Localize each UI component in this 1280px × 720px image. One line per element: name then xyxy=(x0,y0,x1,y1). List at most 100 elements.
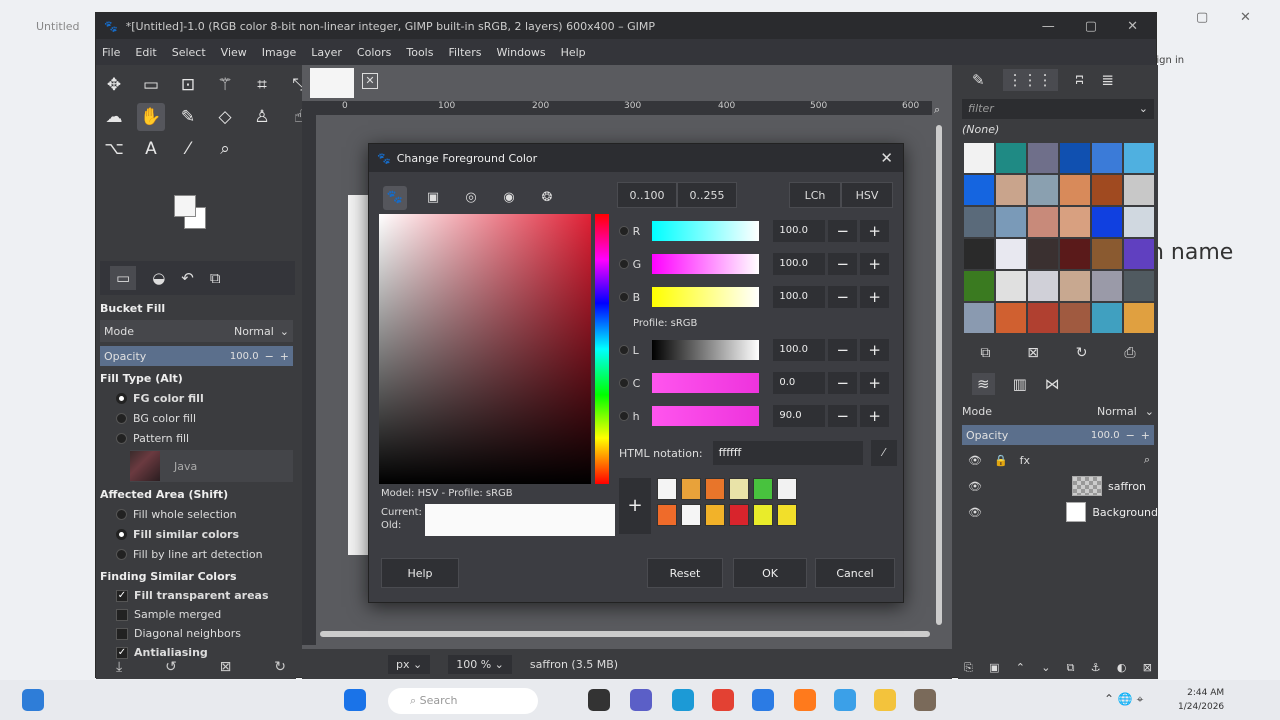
pattern-thumbnail[interactable] xyxy=(996,303,1026,333)
history-swatch[interactable] xyxy=(753,504,773,526)
channel-g-slider[interactable] xyxy=(651,254,760,274)
pattern-fill-radio[interactable]: Pattern fill xyxy=(100,428,293,448)
wheel-selector-icon[interactable]: ◉ xyxy=(497,186,521,210)
pattern-thumbnail[interactable] xyxy=(1124,271,1154,301)
history-swatch[interactable] xyxy=(705,478,725,500)
diagonal-neighbors-checkbox[interactable]: Diagonal neighbors xyxy=(100,624,293,643)
pattern-thumbnail[interactable] xyxy=(964,175,994,205)
menu-view[interactable]: View xyxy=(221,46,247,59)
gimp-taskbar-icon[interactable] xyxy=(914,689,936,711)
pattern-thumbnail[interactable] xyxy=(964,143,994,173)
pattern-thumbnail[interactable] xyxy=(996,271,1026,301)
pattern-thumbnail[interactable] xyxy=(964,207,994,237)
sample-merged-checkbox[interactable]: Sample merged xyxy=(100,605,293,624)
pattern-filter-input[interactable]: filter ⌄ xyxy=(962,99,1154,119)
minus-icon[interactable]: − xyxy=(828,405,858,427)
pattern-thumbnail[interactable] xyxy=(1028,207,1058,237)
history-swatch[interactable] xyxy=(657,504,677,526)
zoom-select[interactable]: 100 % ⌄ xyxy=(448,654,512,674)
menu-file[interactable]: File xyxy=(102,46,120,59)
delete-options-icon[interactable]: ⊠ xyxy=(220,659,232,675)
fill-transparent-checkbox[interactable]: ✓ Fill transparent areas xyxy=(100,586,293,605)
eraser-icon[interactable]: ◇ xyxy=(211,103,239,131)
warp-tool-icon[interactable]: ☁ xyxy=(100,103,128,131)
history-swatch[interactable] xyxy=(777,478,797,500)
bucket-fill-icon[interactable]: ✋ xyxy=(137,103,165,131)
fuzzy-select-icon[interactable]: ⚚ xyxy=(211,71,239,99)
mask-layer-icon[interactable]: ◐ xyxy=(1117,661,1127,675)
pattern-thumbnail[interactable] xyxy=(1028,175,1058,205)
hsv-button[interactable]: HSV xyxy=(841,182,893,208)
pattern-thumbnail[interactable] xyxy=(1124,239,1154,269)
photos-icon[interactable] xyxy=(834,689,856,711)
text-tool-icon[interactable]: A xyxy=(137,135,165,163)
pattern-thumbnail[interactable] xyxy=(996,239,1026,269)
taskbar-search[interactable]: ⌕ Search xyxy=(388,688,538,714)
eyedropper-icon[interactable]: ⁄ xyxy=(870,440,897,466)
fill-similar-colors-radio[interactable]: Fill similar colors xyxy=(100,524,293,544)
channel-r-slider[interactable] xyxy=(651,221,760,241)
new-group-icon[interactable]: ▣ xyxy=(989,661,999,675)
pattern-thumbnail[interactable] xyxy=(964,271,994,301)
brushes-tab-icon[interactable]: ✎ xyxy=(972,71,985,89)
vertical-scrollbar[interactable] xyxy=(936,125,942,625)
plus-icon[interactable]: + xyxy=(860,372,889,394)
minus-icon[interactable]: − xyxy=(828,220,858,242)
pattern-thumbnail[interactable] xyxy=(1092,303,1122,333)
zoom-navigate-icon[interactable]: ⌕ xyxy=(934,103,940,117)
foreground-color[interactable] xyxy=(174,195,196,217)
hue-strip[interactable] xyxy=(595,214,609,484)
menu-colors[interactable]: Colors xyxy=(357,46,391,59)
crop-tool-icon[interactable]: ⌗ xyxy=(248,71,276,99)
file-explorer-icon[interactable] xyxy=(874,689,896,711)
fg-bg-color-swatch[interactable] xyxy=(174,195,214,235)
reset-button[interactable]: Reset xyxy=(647,558,723,588)
pattern-selector[interactable]: Java xyxy=(130,450,293,482)
search-icon[interactable]: ⌕ xyxy=(1144,453,1150,467)
channel-g-value[interactable]: 100.0 xyxy=(773,253,826,275)
html-notation-input[interactable]: ffffff xyxy=(712,441,863,465)
channels-tab-icon[interactable]: ▥ xyxy=(1013,375,1027,393)
pattern-thumbnail[interactable] xyxy=(1124,207,1154,237)
fx-icon[interactable]: fx xyxy=(1020,454,1030,467)
pattern-thumbnail[interactable] xyxy=(1060,271,1090,301)
pattern-edit-icon[interactable]: ⧉ xyxy=(980,345,990,361)
history-swatch[interactable] xyxy=(777,504,797,526)
menu-help[interactable]: Help xyxy=(561,46,586,59)
history-swatch[interactable] xyxy=(681,504,701,526)
watercolor-selector-icon[interactable]: ❂ xyxy=(535,186,559,210)
pattern-thumbnail[interactable] xyxy=(1124,175,1154,205)
minus-icon[interactable]: − xyxy=(828,339,858,361)
minus-icon[interactable]: − xyxy=(828,286,858,308)
minimize-icon[interactable]: — xyxy=(1042,19,1055,34)
pattern-thumbnail[interactable] xyxy=(1060,175,1090,205)
pattern-thumbnail[interactable] xyxy=(1028,271,1058,301)
paintbrush-icon[interactable]: ✎ xyxy=(174,103,202,131)
visibility-icon[interactable]: 👁 xyxy=(968,454,982,467)
pattern-thumbnail[interactable] xyxy=(1124,303,1154,333)
menu-edit[interactable]: Edit xyxy=(135,46,156,59)
saturation-value-square[interactable] xyxy=(379,214,591,484)
pattern-thumbnail[interactable] xyxy=(1060,143,1090,173)
taskbar-clock[interactable]: 2:44 AM 1/24/2026 xyxy=(1178,686,1224,714)
pattern-thumbnail[interactable] xyxy=(1092,207,1122,237)
new-layer-icon[interactable]: ⎘ xyxy=(964,661,973,675)
pattern-thumbnail[interactable] xyxy=(1092,175,1122,205)
pattern-thumbnail[interactable] xyxy=(964,303,994,333)
pattern-thumbnail[interactable] xyxy=(1092,271,1122,301)
minus-icon[interactable]: − xyxy=(828,372,858,394)
layer-name[interactable]: Background xyxy=(1092,506,1158,519)
teams-icon[interactable] xyxy=(630,689,652,711)
fg-color-fill-radio[interactable]: FG color fill xyxy=(100,388,293,408)
undo-history-tab-icon[interactable]: ↶ xyxy=(181,269,194,287)
clone-tool-icon[interactable]: ♙ xyxy=(248,103,276,131)
image-canvas[interactable] xyxy=(348,195,368,555)
bg-color-fill-radio[interactable]: BG color fill xyxy=(100,408,293,428)
pattern-thumbnail[interactable] xyxy=(1028,303,1058,333)
duplicate-layer-icon[interactable]: ⧉ xyxy=(1067,661,1075,675)
pattern-thumbnail[interactable] xyxy=(964,239,994,269)
pattern-thumbnail[interactable] xyxy=(1028,239,1058,269)
fonts-tab-icon[interactable]: ʭ xyxy=(1076,71,1084,89)
channel-l-value[interactable]: 100.0 xyxy=(773,339,826,361)
maximize-icon[interactable]: ▢ xyxy=(1085,19,1097,34)
